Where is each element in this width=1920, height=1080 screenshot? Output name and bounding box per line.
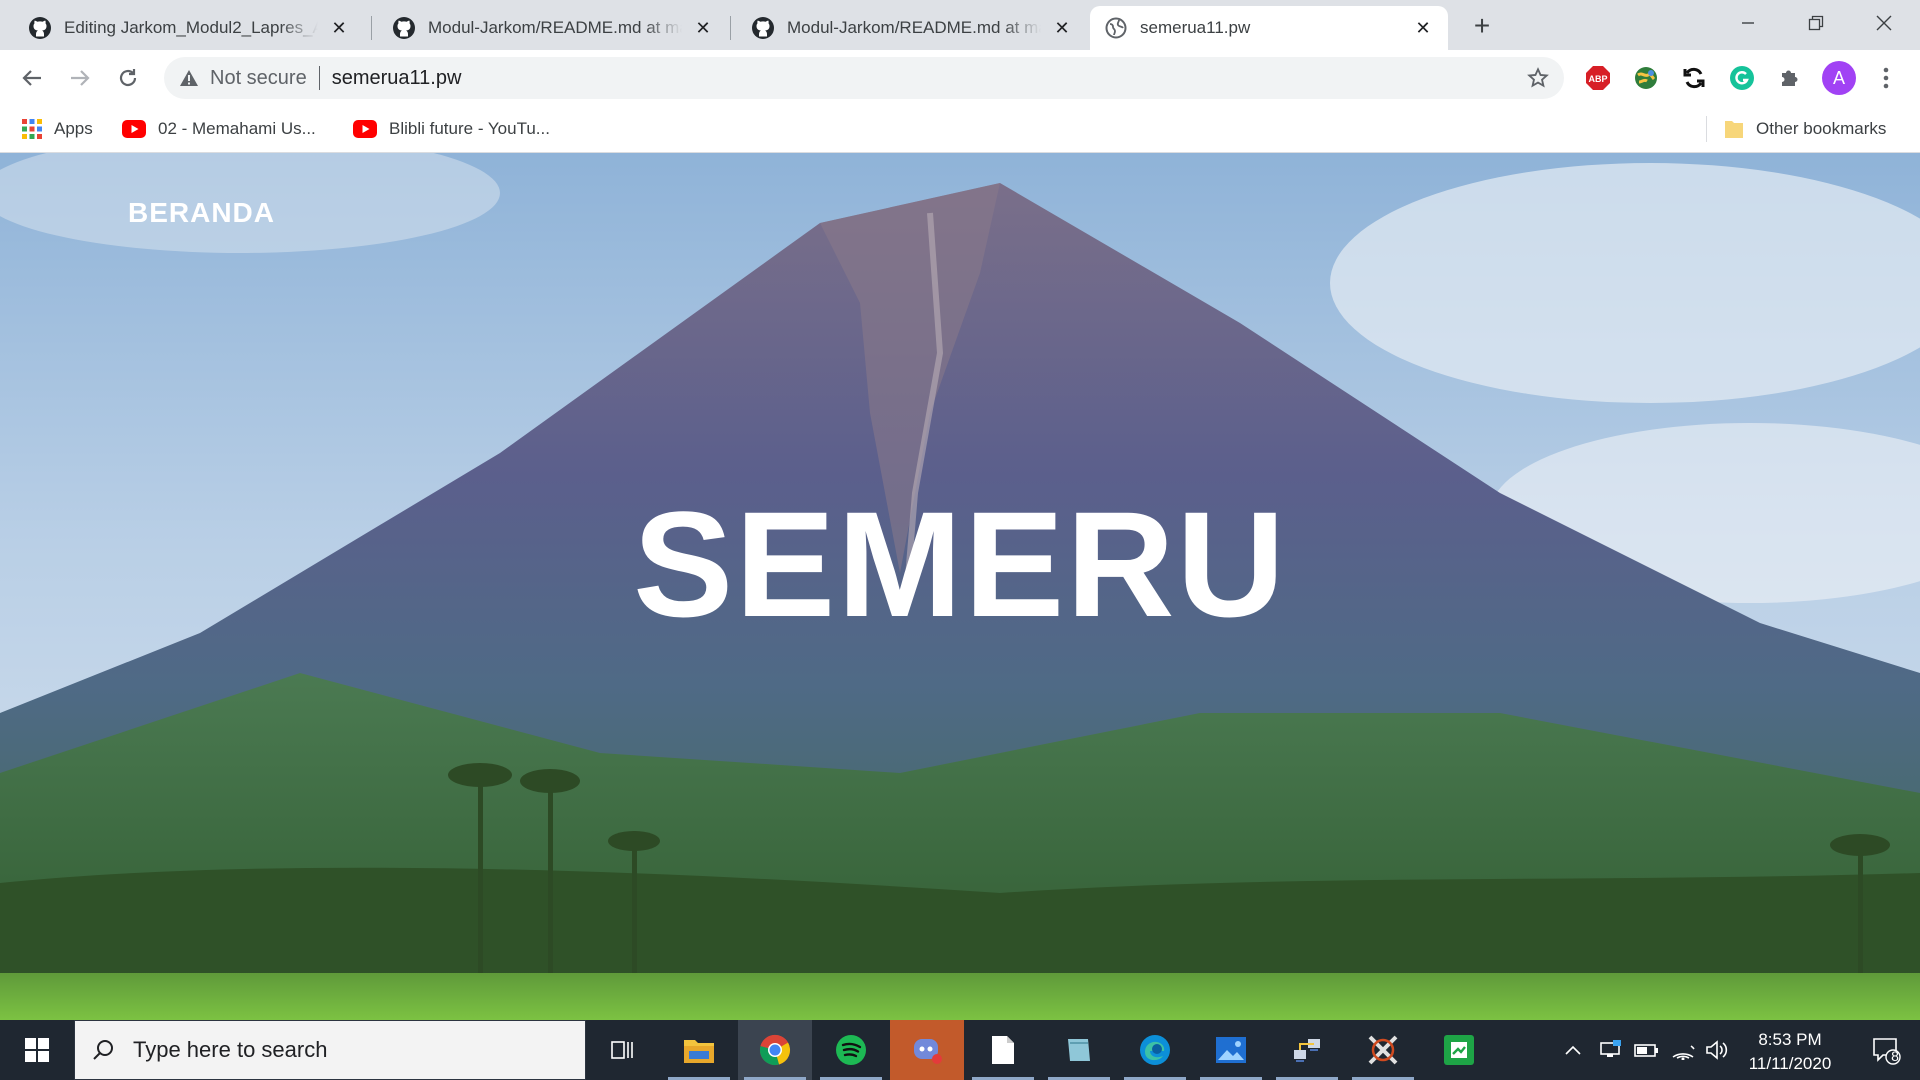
sticky-notes-icon[interactable] — [1042, 1020, 1116, 1080]
clock-date: 11/11/2020 — [1748, 1054, 1832, 1073]
forward-arrow-icon[interactable] — [60, 58, 100, 98]
green-app-icon[interactable] — [1422, 1020, 1496, 1080]
omnibox-divider — [318, 66, 320, 90]
security-label[interactable]: Not secure — [210, 67, 307, 90]
task-view-icon[interactable] — [586, 1020, 660, 1080]
search-placeholder: Type here to search — [133, 1037, 328, 1062]
tab-strip: Editing Jarkom_Modul2_Lapres_A ✕ Modul-J… — [0, 0, 1920, 50]
volume-icon[interactable] — [1702, 1020, 1732, 1080]
tab-title: Editing Jarkom_Modul2_Lapres_A — [64, 18, 318, 37]
tab-title: Modul-Jarkom/README.md at master — [428, 18, 682, 37]
grammarly-icon[interactable] — [1728, 64, 1756, 92]
taskbar-clock[interactable]: 8:53 PM 11/11/2020 — [1730, 1028, 1850, 1076]
file-explorer-icon[interactable] — [662, 1020, 736, 1080]
close-tab-icon[interactable]: ✕ — [1412, 17, 1434, 39]
chevron-up-icon[interactable] — [1562, 1020, 1584, 1080]
bookmark-label: 02 - Memahami Us... — [158, 119, 316, 138]
close-window-icon[interactable] — [1850, 0, 1918, 46]
chrome-taskbar-icon[interactable] — [738, 1020, 812, 1080]
tab-readme-1[interactable]: Modul-Jarkom/README.md at master ✕ — [378, 6, 728, 50]
close-tab-icon[interactable]: ✕ — [1051, 17, 1073, 39]
github-icon — [392, 16, 416, 40]
bookmarks-bar: Apps 02 - Memahami Us... Blibli future -… — [0, 106, 1920, 153]
warning-triangle-icon[interactable] — [178, 67, 200, 89]
bookmark-label: Apps — [54, 119, 93, 138]
other-bookmarks-label: Other bookmarks — [1756, 119, 1887, 138]
adblock-plus-icon[interactable]: ABP — [1584, 64, 1612, 92]
spotify-icon[interactable] — [814, 1020, 888, 1080]
network-tray-icon[interactable] — [1596, 1020, 1626, 1080]
tab-semerua11-active[interactable]: semerua11.pw ✕ — [1090, 6, 1448, 50]
taskbar-search-box[interactable]: Type here to search — [74, 1020, 586, 1080]
svg-text:ABP: ABP — [1588, 74, 1607, 84]
notepad-icon[interactable] — [966, 1020, 1040, 1080]
windows-start-icon[interactable] — [0, 1020, 74, 1080]
youtube-icon — [353, 120, 377, 138]
nav-link-beranda[interactable]: BERANDA — [128, 197, 275, 229]
back-arrow-icon[interactable] — [12, 58, 52, 98]
search-icon — [91, 1038, 115, 1062]
hero-title: SEMERU — [633, 480, 1287, 648]
profile-avatar[interactable]: A — [1822, 61, 1856, 95]
minimize-icon[interactable] — [1714, 0, 1782, 46]
tab-editing-jarkom[interactable]: Editing Jarkom_Modul2_Lapres_A ✕ — [14, 6, 364, 50]
sync-extension-icon[interactable] — [1680, 64, 1708, 92]
discord-icon[interactable] — [890, 1020, 964, 1080]
github-icon — [751, 16, 775, 40]
notification-center-icon[interactable]: 8 — [1856, 1020, 1916, 1080]
tab-separator — [730, 16, 731, 40]
youtube-icon — [122, 120, 146, 138]
bookmarks-divider — [1706, 116, 1707, 142]
bookmark-label: Blibli future - YouTu... — [389, 119, 550, 138]
url-text[interactable]: semerua11.pw — [332, 67, 462, 90]
other-bookmarks[interactable]: Other bookmarks — [1724, 115, 1886, 143]
edge-icon[interactable] — [1118, 1020, 1192, 1080]
github-icon — [28, 16, 52, 40]
hero-section: BERANDA SEMERU — [0, 153, 1920, 1020]
folder-icon — [1724, 118, 1744, 140]
bookmark-blibli[interactable]: Blibli future - YouTu... — [353, 115, 550, 143]
tab-title: Modul-Jarkom/README.md at master — [787, 18, 1041, 37]
bookmark-memahami[interactable]: 02 - Memahami Us... — [122, 115, 316, 143]
globe-extension-icon[interactable] — [1632, 64, 1660, 92]
network-app-icon[interactable] — [1270, 1020, 1344, 1080]
restore-icon[interactable] — [1782, 0, 1850, 46]
clock-time: 8:53 PM — [1758, 1030, 1822, 1049]
tab-separator — [371, 16, 372, 40]
photos-icon[interactable] — [1194, 1020, 1268, 1080]
close-tab-icon[interactable]: ✕ — [328, 17, 350, 39]
extensions-puzzle-icon[interactable] — [1776, 64, 1804, 92]
apps-grid-icon — [22, 119, 42, 139]
menu-kebab-icon[interactable] — [1872, 64, 1900, 92]
globe-icon — [1104, 16, 1128, 40]
address-bar[interactable]: Not secure semerua11.pw — [164, 57, 1564, 99]
bookmark-star-icon[interactable] — [1526, 66, 1550, 90]
xlaunch-icon[interactable] — [1346, 1020, 1420, 1080]
bookmark-apps[interactable]: Apps — [22, 115, 93, 143]
close-tab-icon[interactable]: ✕ — [692, 17, 714, 39]
tab-title: semerua11.pw — [1140, 18, 1251, 37]
browser-toolbar: Not secure semerua11.pw ABP A — [0, 50, 1920, 106]
new-tab-icon[interactable]: + — [1466, 10, 1498, 42]
battery-icon[interactable] — [1632, 1020, 1662, 1080]
notification-count: 8 — [1891, 1048, 1899, 1064]
tab-readme-2[interactable]: Modul-Jarkom/README.md at master ✕ — [737, 6, 1087, 50]
windows-taskbar: Type here to search 8:53 PM 11/11/2020 8 — [0, 1020, 1920, 1080]
reload-icon[interactable] — [108, 58, 148, 98]
browser-chrome: Editing Jarkom_Modul2_Lapres_A ✕ Modul-J… — [0, 0, 1920, 153]
wifi-icon[interactable] — [1668, 1020, 1698, 1080]
